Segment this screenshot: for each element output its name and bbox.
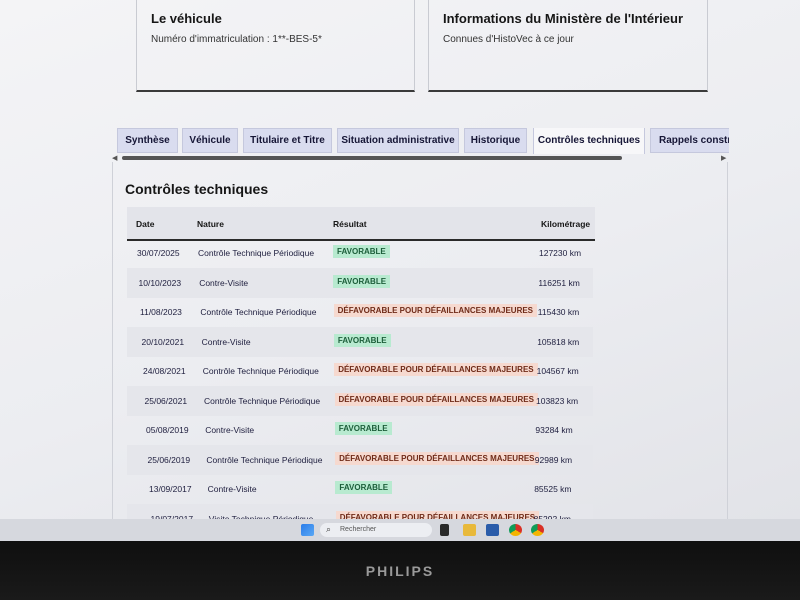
search-placeholder: Rechercher: [340, 526, 377, 533]
file-explorer-icon[interactable]: [463, 524, 476, 536]
table-row: 20/10/2021 Contre-Visite FAVORABLE 105818 k…: [127, 326, 593, 357]
tab-historique[interactable]: Historique: [464, 128, 527, 153]
table-row: 25/06/2019 Contrôle Technique Périodique D…: [127, 444, 593, 475]
table-row: 25/06/2021 Contrôle Technique Périodique D…: [127, 385, 593, 416]
row-nature: Contrôle Technique Périodique: [198, 248, 315, 258]
row-mileage: 116251 km: [538, 277, 580, 288]
row-nature: Contrôle Technique Périodique: [200, 307, 317, 317]
row-date: 25/06/2021: [144, 395, 188, 406]
column-mileage: Kilométrage: [541, 219, 591, 229]
result-badge: DÉFAVORABLE POUR DÉFAILLANCES MAJEURES: [335, 451, 539, 465]
row-date: 20/10/2021: [141, 336, 185, 347]
tab-titulaire-et-titre[interactable]: Titulaire et Titre: [243, 128, 332, 153]
task-view-icon[interactable]: [440, 524, 449, 536]
row-mileage: 85525 km: [534, 484, 572, 494]
result-badge: FAVORABLE: [334, 422, 392, 435]
row-mileage: 103823 km: [536, 395, 579, 406]
table-row: 24/08/2021 Contrôle Technique Périodique D…: [127, 356, 593, 386]
table-row: 10/10/2023 Contre-Visite FAVORABLE 116251 k…: [127, 267, 593, 298]
column-nature: Nature: [197, 219, 224, 229]
registration-number: Numéro d'immatriculation : 1**-BES-5*: [151, 34, 322, 45]
tab-synthese[interactable]: Synthèse: [117, 128, 178, 153]
result-badge: DÉFAVORABLE POUR DÉFAILLANCES MAJEURES: [334, 392, 538, 406]
row-nature: Contrôle Technique Périodique: [202, 366, 319, 376]
column-date: Date: [136, 219, 155, 229]
result-badge: FAVORABLE: [333, 274, 391, 288]
ministry-box-title: Informations du Ministère de l'Intérieur: [443, 11, 684, 26]
row-mileage: 93284 km: [535, 425, 573, 435]
ministry-box-subtitle: Connues d'HistoVec à ce jour: [443, 34, 574, 45]
result-badge: FAVORABLE: [333, 245, 390, 258]
row-nature: Contre-Visite: [205, 425, 255, 435]
scroll-thumb[interactable]: [122, 156, 622, 160]
table-header: Date Nature Résultat Kilométrage: [127, 207, 595, 241]
row-mileage: 115430 km: [537, 307, 580, 317]
row-nature: Contrôle Technique Périodique: [204, 395, 321, 406]
chrome-icon[interactable]: [531, 524, 544, 536]
table-row: 19/07/2017 Visite Technique Périodique DÉF…: [127, 503, 593, 520]
table-row: 11/08/2023 Contrôle Technique Périodique D…: [127, 297, 593, 327]
vehicle-info-box: Le véhicule Numéro d'immatriculation : 1…: [136, 0, 415, 92]
result-badge: DÉFAVORABLE POUR DÉFAILLANCES MAJEURES: [333, 304, 538, 317]
row-date: 10/10/2023: [138, 277, 182, 288]
tab-panel: Contrôles techniques Date Nature Résulta…: [112, 162, 728, 520]
windows-icon[interactable]: [301, 524, 314, 536]
row-nature: Contre-Visite: [199, 277, 249, 288]
ministry-info-box: Informations du Ministère de l'Intérieur…: [428, 0, 708, 92]
table-row: 30/07/2025 Contrôle Technique Périodique F…: [127, 238, 593, 268]
row-nature: Contre-Visite: [201, 336, 251, 347]
column-result: Résultat: [333, 219, 367, 229]
store-icon[interactable]: [486, 524, 499, 536]
table-row: 13/09/2017 Contre-Visite FAVORABLE 85525 km: [127, 474, 593, 504]
row-mileage: 127230 km: [539, 248, 582, 258]
table-row: 05/08/2019 Contre-Visite FAVORABLE 93284 km: [127, 415, 593, 445]
row-date: 30/07/2025: [137, 248, 180, 258]
tab-vehicule[interactable]: Véhicule: [182, 128, 238, 153]
taskbar: ⌕ Rechercher: [0, 519, 800, 541]
section-title: Contrôles techniques: [125, 181, 269, 197]
row-nature: Contrôle Technique Périodique: [206, 454, 323, 465]
row-date: 11/08/2023: [140, 307, 182, 317]
row-mileage: 104567 km: [536, 366, 579, 376]
scroll-left-icon[interactable]: ◀: [112, 154, 117, 162]
result-badge: FAVORABLE: [333, 333, 391, 347]
row-date: 05/08/2019: [146, 425, 189, 435]
row-nature: Contre-Visite: [207, 484, 257, 494]
browser-screen: Le véhicule Numéro d'immatriculation : 1…: [0, 0, 800, 520]
row-date: 24/08/2021: [143, 366, 186, 376]
tab-situation-administrative[interactable]: Situation administrative: [337, 128, 459, 153]
tab-rappels-constructeur[interactable]: Rappels constru: [650, 128, 729, 153]
row-date: 13/09/2017: [149, 484, 192, 494]
row-mileage: 92989 km: [534, 454, 573, 465]
row-mileage: 105818 km: [537, 336, 580, 347]
row-date: 25/06/2019: [147, 454, 191, 465]
tab-scrollbar[interactable]: ◀ ▶: [112, 154, 728, 162]
monitor-brand-logo: PHILIPS: [365, 563, 435, 579]
result-badge: DÉFAVORABLE POUR DÉFAILLANCES MAJEURES: [334, 363, 538, 376]
vehicle-box-title: Le véhicule: [151, 11, 222, 26]
tab-bar: Synthèse Véhicule Titulaire et Titre Sit…: [117, 128, 729, 154]
result-badge: FAVORABLE: [335, 481, 393, 494]
tab-controles-techniques[interactable]: Contrôles techniques: [533, 128, 645, 154]
taskbar-search[interactable]: ⌕ Rechercher: [320, 523, 432, 537]
chrome-icon[interactable]: [509, 524, 522, 536]
search-icon: ⌕: [326, 524, 332, 534]
scroll-right-icon[interactable]: ▶: [721, 154, 726, 162]
